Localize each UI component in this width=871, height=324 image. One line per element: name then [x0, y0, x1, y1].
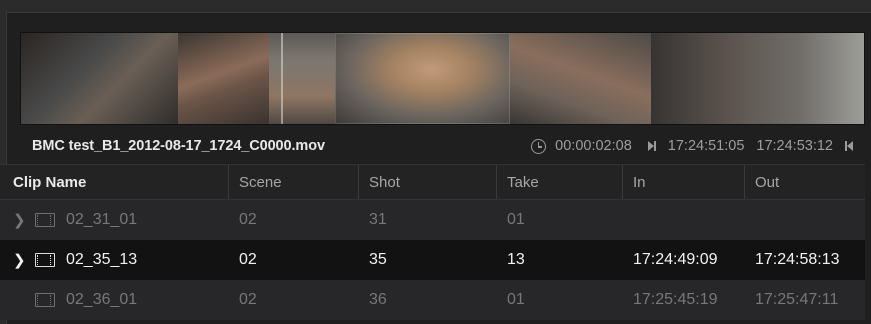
- table-header: Clip Name Scene Shot Take In Out: [0, 164, 865, 200]
- out-cell: [745, 200, 865, 240]
- scene-cell: 02: [239, 211, 257, 228]
- clip-filename: BMC test_B1_2012-08-17_1724_C0000.mov: [32, 138, 325, 154]
- filmstrip[interactable]: [20, 32, 865, 125]
- film-clip-icon: [35, 293, 55, 307]
- out-cell: 17:24:58:13: [755, 251, 840, 268]
- column-header-in[interactable]: In: [623, 165, 745, 199]
- clip-info-bar: BMC test_B1_2012-08-17_1724_C0000.mov 00…: [20, 131, 865, 161]
- take-cell: 01: [507, 291, 525, 308]
- clip-name: 02_36_01: [66, 291, 138, 308]
- column-header-scene[interactable]: Scene: [229, 165, 359, 199]
- shot-cell: 35: [369, 251, 387, 268]
- filmstrip-frame: [21, 33, 178, 124]
- column-header-clip-name[interactable]: Clip Name: [0, 165, 229, 199]
- clip-name-cell: 02_36_01: [0, 280, 229, 320]
- filmstrip-frame: [269, 33, 336, 124]
- in-cell: 17:25:45:19: [633, 291, 718, 308]
- scene-cell: 02: [239, 291, 257, 308]
- table-row[interactable]: 02_36_01 02 36 01 17:25:45:19 17:25:47:1…: [0, 280, 865, 320]
- take-cell: 13: [507, 251, 525, 268]
- filmstrip-frame: [177, 33, 270, 124]
- clip-name: 02_31_01: [66, 211, 138, 228]
- play-out-icon[interactable]: [845, 141, 853, 151]
- column-header-take[interactable]: Take: [497, 165, 623, 199]
- play-in-icon[interactable]: [647, 141, 656, 151]
- table-row[interactable]: ❯ 02_31_01 02 31 01: [0, 200, 865, 240]
- film-clip-icon: [35, 253, 55, 267]
- take-cell: 01: [507, 211, 525, 228]
- clip-name: 02_35_13: [66, 251, 138, 268]
- table-row[interactable]: ❯ 02_35_13 02 35 13 17:24:49:09 17:24:58…: [0, 240, 865, 280]
- shot-cell: 31: [369, 211, 387, 228]
- clip-duration: 00:00:02:08: [555, 138, 632, 154]
- chevron-right-icon[interactable]: ❯: [13, 211, 29, 229]
- clip-timecode-out: 17:24:53:12: [756, 138, 833, 154]
- clip-name-cell: ❯ 02_35_13: [0, 240, 229, 280]
- out-cell: 17:25:47:11: [755, 291, 839, 308]
- clip-name-cell: ❯ 02_31_01: [0, 200, 229, 240]
- filmstrip-playhead[interactable]: [281, 33, 283, 124]
- column-header-shot[interactable]: Shot: [359, 165, 497, 199]
- column-header-out[interactable]: Out: [745, 165, 865, 199]
- clip-table: Clip Name Scene Shot Take In Out ❯ 02_31…: [0, 164, 865, 320]
- chevron-right-icon[interactable]: ❯: [13, 251, 29, 269]
- in-cell: [623, 200, 745, 240]
- in-cell: 17:24:49:09: [633, 251, 718, 268]
- filmstrip-frame: [509, 33, 652, 124]
- film-clip-icon: [35, 213, 55, 227]
- filmstrip-frame: [335, 33, 510, 124]
- shot-cell: 36: [369, 291, 387, 308]
- clip-timecode-in: 17:24:51:05: [667, 138, 745, 154]
- scene-cell: 02: [239, 251, 257, 268]
- clock-icon: [531, 138, 547, 154]
- filmstrip-frame: [651, 33, 864, 124]
